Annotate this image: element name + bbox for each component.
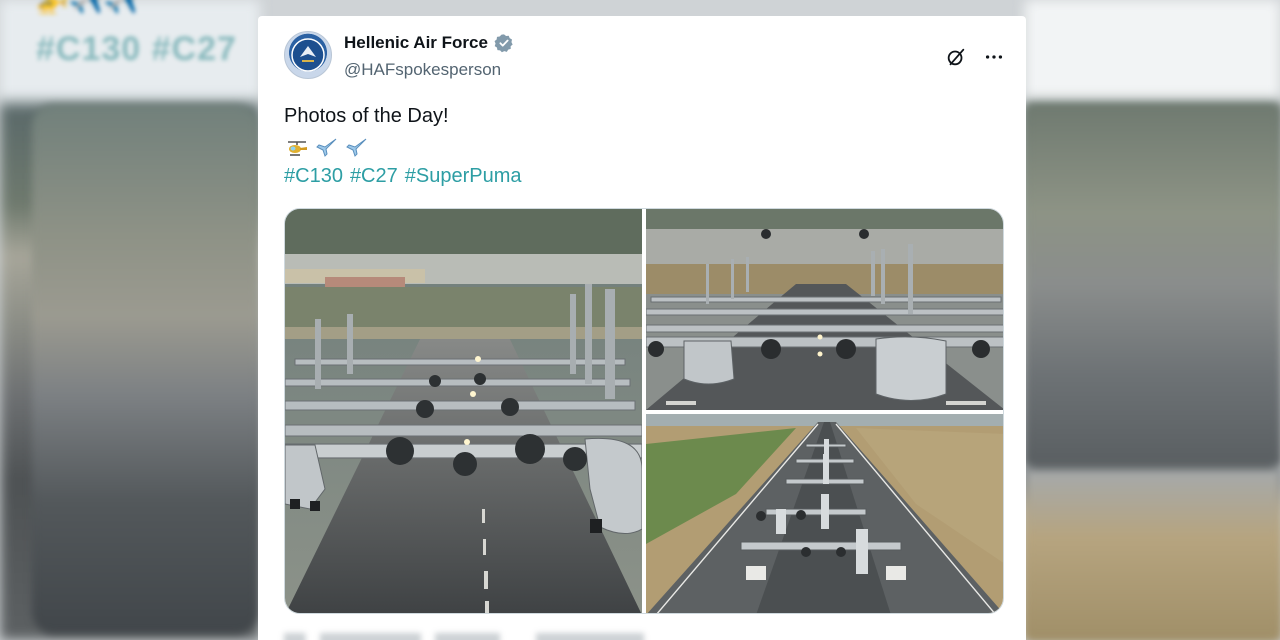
tweet-header: Hellenic Air Force @HAFspokesperson bbox=[284, 31, 1006, 87]
media-photo-1[interactable] bbox=[285, 209, 642, 613]
helicopter-icon bbox=[284, 135, 310, 161]
author-name-row: Hellenic Air Force bbox=[344, 33, 514, 53]
verified-badge-icon bbox=[494, 33, 514, 53]
tweet-body: Photos of the Day! #C130 #C27 #SuperPuma bbox=[284, 103, 1006, 188]
avatar[interactable] bbox=[284, 31, 332, 79]
tweet-footer-blurred bbox=[284, 633, 644, 640]
hashtag-link[interactable]: #C130 bbox=[284, 165, 343, 188]
media-grid bbox=[284, 208, 1004, 614]
hashtag-row: #C130 #C27 #SuperPuma bbox=[284, 165, 1006, 188]
background-photo-right bbox=[1026, 104, 1280, 464]
author-name[interactable]: Hellenic Air Force bbox=[344, 33, 488, 53]
hashtag-link[interactable]: #SuperPuma bbox=[405, 165, 522, 188]
air-force-emblem-icon bbox=[291, 38, 325, 72]
hashtag-link[interactable]: #C27 bbox=[350, 165, 398, 188]
more-icon[interactable] bbox=[982, 45, 1006, 69]
airplane-icon bbox=[344, 135, 370, 161]
media-photo-2[interactable] bbox=[646, 209, 1003, 410]
airplane-icon bbox=[314, 135, 340, 161]
background-photo-left bbox=[32, 104, 258, 634]
tweet-card[interactable]: Hellenic Air Force @HAFspokesperson Phot… bbox=[258, 16, 1026, 640]
media-photo-3[interactable] bbox=[646, 414, 1003, 613]
tweet-text: Photos of the Day! bbox=[284, 105, 449, 127]
background-emoji: 🚁✈️✈️ bbox=[34, 0, 139, 15]
background-photo-right-lower bbox=[1026, 470, 1280, 640]
emoji-row bbox=[284, 135, 1006, 161]
grok-icon[interactable] bbox=[944, 45, 968, 69]
header-actions bbox=[944, 45, 1006, 69]
background-hashtags: #C130 #C27 bbox=[36, 30, 237, 68]
author-handle[interactable]: @HAFspokesperson bbox=[344, 60, 501, 80]
